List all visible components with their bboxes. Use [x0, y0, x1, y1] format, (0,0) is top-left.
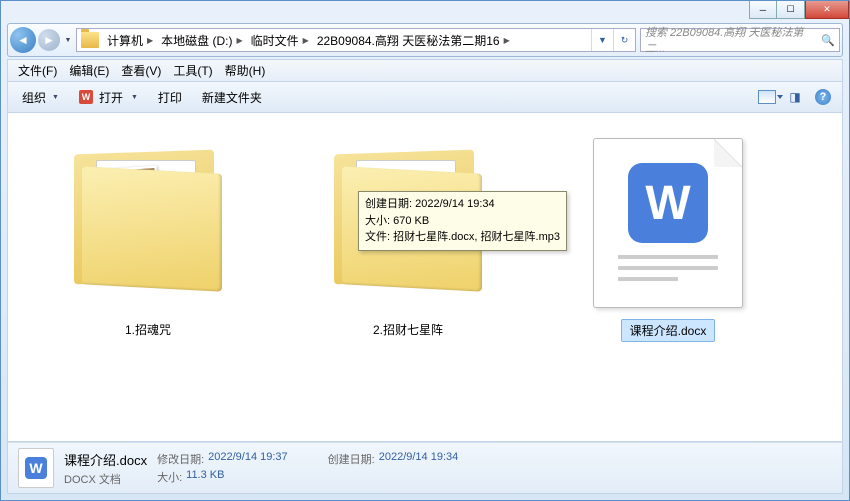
open-button[interactable]: W打开▼: [71, 86, 146, 109]
details-filetype: DOCX 文档: [64, 471, 147, 487]
menu-view[interactable]: 查看(V): [115, 60, 167, 81]
crumb-current[interactable]: 22B09084.高翔 天医秘法第二期16▶: [313, 32, 514, 49]
back-button[interactable]: ◄: [10, 27, 36, 53]
command-bar: 组织▼ W打开▼ 打印 新建文件夹 ◨ ?: [7, 81, 843, 113]
titlebar[interactable]: ─ ☐ ✕: [1, 1, 849, 23]
doc-thumb: W: [578, 133, 758, 313]
menu-file[interactable]: 文件(F): [12, 60, 63, 81]
menu-tools[interactable]: 工具(T): [167, 60, 218, 81]
help-button[interactable]: ?: [810, 86, 836, 108]
address-dropdown[interactable]: ▼: [591, 29, 613, 51]
history-dropdown[interactable]: ▼: [62, 27, 74, 53]
wps-icon: W: [79, 90, 93, 104]
forward-button[interactable]: ►: [38, 29, 60, 51]
search-input[interactable]: 搜索 22B09084.高翔 天医秘法第二... 🔍: [640, 28, 840, 52]
explorer-window: ─ ☐ ✕ ◄ ► ▼ 计算机▶ 本地磁盘 (D:)▶ 临时文件▶ 22B090…: [0, 0, 850, 501]
size-label: 大小:: [157, 469, 182, 485]
tooltip-files: 文件: 招财七星阵.docx, 招财七星阵.mp3: [365, 229, 560, 246]
menu-bar: 文件(F) 编辑(E) 查看(V) 工具(T) 帮助(H): [7, 59, 843, 81]
details-pane: W 课程介绍.docx DOCX 文档 修改日期:2022/9/14 19:37…: [7, 442, 843, 494]
close-button[interactable]: ✕: [805, 1, 849, 19]
search-placeholder: 搜索 22B09084.高翔 天医秘法第二...: [645, 24, 821, 56]
item-label: 2.招财七星阵: [365, 319, 451, 340]
item-label: 1.招魂咒: [117, 319, 179, 340]
organize-button[interactable]: 组织▼: [14, 86, 67, 109]
details-filename: 课程介绍.docx: [64, 450, 147, 469]
crumb-drive-d[interactable]: 本地磁盘 (D:)▶: [157, 32, 246, 49]
preview-pane-button[interactable]: ◨: [782, 86, 808, 108]
search-icon[interactable]: 🔍: [821, 34, 835, 47]
folder-thumb: [58, 133, 238, 313]
size-value: 11.3 KB: [186, 469, 224, 485]
tooltip: 创建日期: 2022/9/14 19:34 大小: 670 KB 文件: 招财七…: [358, 191, 567, 251]
details-file-icon: W: [18, 448, 54, 488]
nav-bar: ◄ ► ▼ 计算机▶ 本地磁盘 (D:)▶ 临时文件▶ 22B09084.高翔 …: [7, 23, 843, 57]
view-options-button[interactable]: [754, 86, 780, 108]
created-label: 创建日期:: [328, 451, 375, 467]
menu-edit[interactable]: 编辑(E): [63, 60, 115, 81]
minimize-button[interactable]: ─: [749, 1, 777, 19]
address-bar[interactable]: 计算机▶ 本地磁盘 (D:)▶ 临时文件▶ 22B09084.高翔 天医秘法第二…: [76, 28, 636, 52]
modified-value: 2022/9/14 19:37: [208, 451, 288, 467]
item-label: 课程介绍.docx: [621, 319, 716, 342]
new-folder-button[interactable]: 新建文件夹: [194, 86, 270, 109]
wps-doc-icon: W: [628, 163, 708, 243]
refresh-button[interactable]: ↻: [613, 29, 635, 51]
print-button[interactable]: 打印: [150, 86, 190, 109]
crumb-temp[interactable]: 临时文件▶: [247, 32, 313, 49]
tooltip-created: 创建日期: 2022/9/14 19:34: [365, 196, 560, 213]
crumb-computer[interactable]: 计算机▶: [103, 32, 157, 49]
file-list[interactable]: 1.招魂咒 P3 2.招财七星阵 W 课程介绍.docx: [7, 113, 843, 442]
file-item-docx[interactable]: W 课程介绍.docx: [538, 123, 798, 363]
folder-item-1[interactable]: 1.招魂咒: [18, 123, 278, 363]
wps-icon: W: [25, 457, 47, 479]
window-controls: ─ ☐ ✕: [749, 1, 849, 19]
menu-help[interactable]: 帮助(H): [219, 60, 272, 81]
help-icon: ?: [815, 89, 831, 105]
maximize-button[interactable]: ☐: [777, 1, 805, 19]
folder-icon: [81, 32, 99, 48]
tooltip-size: 大小: 670 KB: [365, 213, 560, 230]
modified-label: 修改日期:: [157, 451, 204, 467]
created-value: 2022/9/14 19:34: [379, 451, 459, 467]
